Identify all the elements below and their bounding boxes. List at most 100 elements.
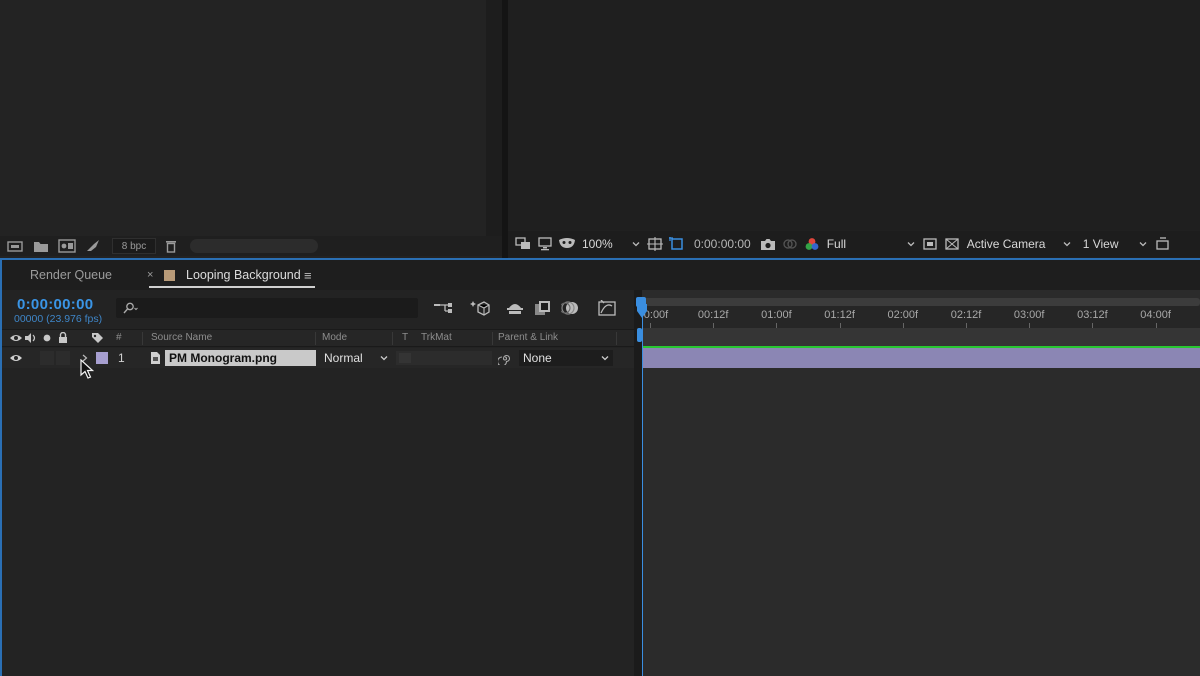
transparency-grid-icon[interactable]	[941, 234, 963, 254]
mask-visibility-icon[interactable]	[556, 234, 578, 254]
pick-whip-icon[interactable]	[498, 351, 512, 365]
composition-viewer: 100% 0:00:00:00 Full Active Camera 1 Vie…	[508, 0, 1200, 258]
audio-icon[interactable]	[25, 333, 37, 343]
column-separator	[315, 332, 316, 345]
timeline-empty-area[interactable]	[642, 368, 1200, 676]
lock-icon[interactable]	[58, 332, 68, 343]
ruler-label: 04:00f	[1140, 309, 1171, 321]
chevron-down-icon	[380, 356, 388, 361]
monitor-icon[interactable]	[534, 234, 556, 254]
camera-dropdown[interactable]: Active Camera	[963, 233, 1075, 255]
col-trkmat: TrkMat	[421, 332, 452, 343]
time-navigator-band	[642, 328, 1200, 346]
column-separator	[392, 332, 393, 345]
project-scroll-bar[interactable]	[190, 239, 318, 253]
frame-blending-icon[interactable]	[532, 298, 554, 318]
interpret-footage-icon[interactable]	[4, 237, 26, 255]
resolution-dropdown[interactable]: Full	[823, 233, 919, 255]
views-dropdown[interactable]: 1 View	[1079, 233, 1151, 255]
composition-canvas[interactable]	[508, 0, 1200, 230]
panel-tab-bar: Render Queue × Looping Background ≡	[2, 260, 1200, 290]
mouse-cursor-icon	[80, 359, 94, 379]
lock-toggle[interactable]	[56, 351, 70, 365]
chevron-down-icon	[601, 356, 609, 361]
zoom-dropdown[interactable]: 100%	[578, 233, 644, 255]
render-icon[interactable]	[82, 237, 104, 255]
toggle-pixel-aspect-icon[interactable]	[1151, 234, 1173, 254]
work-area-bar[interactable]	[642, 298, 1200, 306]
timeline-divider[interactable]	[634, 290, 642, 676]
layer-label-color[interactable]	[96, 352, 108, 364]
current-time-display[interactable]: 0:00:00:00	[17, 296, 93, 313]
trash-icon[interactable]	[160, 237, 182, 255]
draft-3d-icon[interactable]	[469, 298, 491, 318]
ruler-label: 03:12f	[1077, 309, 1108, 321]
col-number: #	[116, 332, 122, 343]
trkmat-dropdown[interactable]	[396, 351, 492, 365]
resolution-value: Full	[826, 237, 847, 251]
ruler-label: 02:00f	[887, 309, 919, 321]
zoom-value: 100%	[582, 237, 613, 251]
composition-flowchart-icon[interactable]	[432, 298, 454, 318]
eye-icon[interactable]	[10, 333, 22, 343]
playhead-icon[interactable]	[636, 304, 648, 318]
col-mode: Mode	[322, 332, 348, 343]
snapshot-icon[interactable]	[757, 234, 779, 254]
search-icon	[123, 302, 138, 314]
color-channels-icon[interactable]	[801, 234, 823, 254]
project-footer: 8 bpc	[0, 236, 502, 256]
shy-layers-icon[interactable]	[504, 298, 526, 318]
current-time-indicator-line[interactable]	[642, 306, 643, 676]
parent-dropdown[interactable]: None	[519, 350, 613, 366]
ruler-label: 02:12f	[950, 309, 982, 321]
region-of-interest-icon[interactable]	[666, 234, 688, 254]
col-source-name[interactable]: Source Name	[151, 332, 212, 343]
solo-icon[interactable]	[43, 334, 51, 342]
frame-info: 00000 (23.976 fps)	[14, 313, 103, 325]
bit-depth-button[interactable]: 8 bpc	[112, 238, 156, 254]
views-value: 1 View	[1082, 237, 1119, 251]
time-ruler[interactable]: 0:00f 00:12f 01:00f 01:12f 02:00f 02:12f 03:00…	[642, 306, 1200, 328]
always-preview-icon[interactable]	[512, 234, 534, 254]
viewer-timecode[interactable]: 0:00:00:00	[688, 233, 757, 255]
column-separator	[142, 332, 143, 345]
parent-value: None	[523, 351, 552, 365]
new-composition-icon[interactable]	[56, 237, 78, 255]
safe-margins-icon[interactable]	[644, 234, 666, 254]
col-parent-link: Parent & Link	[498, 332, 559, 343]
project-panel: 8 bpc	[0, 0, 502, 258]
layer-search-input[interactable]	[116, 298, 418, 318]
timeline-graph[interactable]: 0:00f 00:12f 01:00f 01:12f 02:00f 02:12f 03:00…	[636, 290, 1200, 676]
blend-mode-value: Normal	[324, 351, 363, 365]
table-row[interactable]: 1 PM Monogram.png Normal None	[2, 348, 634, 368]
new-folder-icon[interactable]	[30, 237, 52, 255]
tab-label: Looping Background	[186, 268, 301, 282]
ruler-label: 03:00f	[1013, 309, 1045, 321]
column-separator	[616, 332, 617, 345]
chevron-down-icon	[632, 242, 640, 247]
graph-editor-icon[interactable]	[597, 298, 619, 318]
camera-value: Active Camera	[966, 237, 1046, 251]
timeline-panel: Render Queue × Looping Background ≡ 0:00…	[0, 258, 1200, 676]
layer-number: 1	[118, 351, 125, 365]
label-tag-icon[interactable]	[91, 332, 104, 344]
chevron-down-icon	[1063, 242, 1071, 247]
ruler-label: 00:12f	[697, 309, 729, 321]
project-scrollbar[interactable]	[486, 0, 502, 236]
ruler-label: 01:00f	[761, 309, 792, 321]
ruler-label: 01:12f	[824, 309, 855, 321]
column-separator	[492, 332, 493, 345]
eye-icon[interactable]	[10, 353, 22, 363]
viewer-toolbar: 100% 0:00:00:00 Full Active Camera 1 Vie…	[508, 231, 1200, 257]
tab-render-queue[interactable]: Render Queue	[30, 260, 112, 290]
preserve-transparency-box[interactable]	[399, 353, 411, 363]
show-snapshot-icon[interactable]	[779, 234, 801, 254]
active-tab-indicator	[149, 286, 315, 288]
layer-name-field[interactable]: PM Monogram.png	[165, 350, 316, 366]
blend-mode-dropdown[interactable]: Normal	[320, 348, 392, 368]
layer-duration-bar[interactable]	[642, 348, 1200, 368]
motion-blur-icon[interactable]	[560, 298, 582, 318]
chevron-down-icon	[907, 242, 915, 247]
solo-toggle[interactable]	[40, 351, 54, 365]
fast-previews-icon[interactable]	[919, 234, 941, 254]
